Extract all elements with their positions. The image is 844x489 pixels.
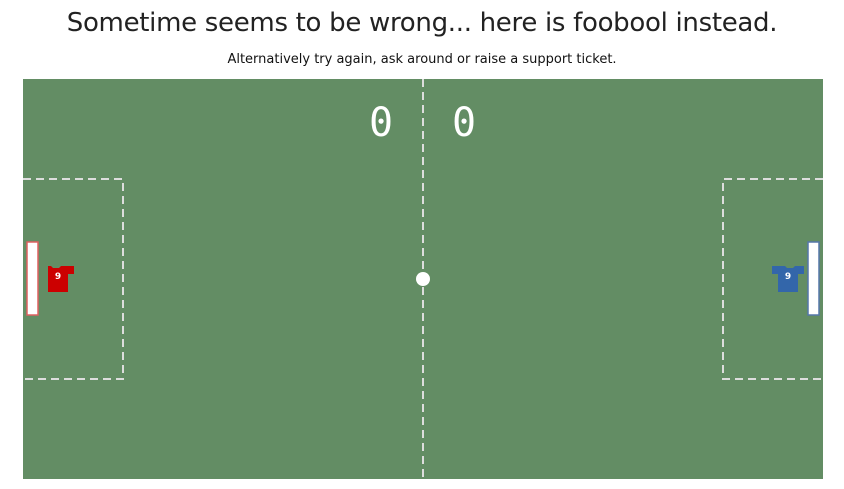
score-home: 0 bbox=[369, 100, 393, 146]
home-goal bbox=[26, 241, 39, 316]
away-player-number: 9 bbox=[785, 272, 791, 282]
away-goal bbox=[807, 241, 820, 316]
page-subtitle: Alternatively try again, ask around or r… bbox=[227, 52, 617, 67]
game-pitch[interactable]: 0 0 9 9 bbox=[23, 79, 823, 479]
page: Sometime seems to be wrong... here is fo… bbox=[0, 0, 844, 489]
pitch-canvas[interactable]: 0 0 9 9 bbox=[23, 79, 823, 479]
home-player-number: 9 bbox=[55, 272, 61, 282]
score-away: 0 bbox=[452, 100, 476, 146]
ball[interactable] bbox=[416, 272, 430, 286]
page-title: Sometime seems to be wrong... here is fo… bbox=[66, 8, 778, 38]
